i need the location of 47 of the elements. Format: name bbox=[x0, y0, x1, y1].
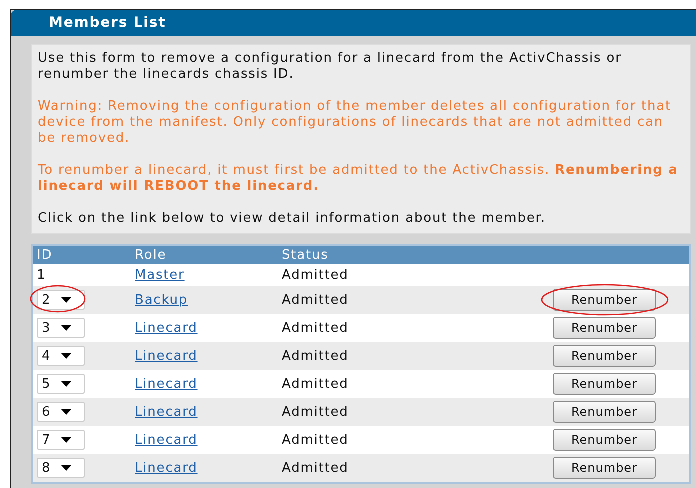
renumber-button[interactable]: Renumber bbox=[553, 401, 656, 423]
role-link[interactable]: Linecard bbox=[135, 460, 198, 476]
intro-text: Use this form to remove a configuration for a linecard from the ActivChassis or renumber the linecards chassis ID. bbox=[38, 51, 623, 83]
callout-ellipse bbox=[30, 285, 86, 313]
status-text: Admitted bbox=[282, 460, 349, 476]
renumber-button[interactable]: Renumber bbox=[553, 289, 656, 311]
role-link[interactable]: Linecard bbox=[135, 376, 198, 392]
role-link[interactable]: Linecard bbox=[135, 404, 198, 420]
role-link[interactable]: Master bbox=[135, 268, 185, 282]
dropdown-arrow-icon bbox=[61, 409, 72, 415]
renumber-button[interactable]: Renumber bbox=[553, 345, 656, 367]
renumber-button[interactable]: Renumber bbox=[553, 373, 656, 395]
warning-text: Warning: Removing the configuration of the member deletes all configuration for that device from the manifest. Only configurations of linecards that are not admitted can be removed. bbox=[38, 99, 673, 147]
status-text: Admitted bbox=[282, 292, 349, 308]
dropdown-arrow-icon bbox=[61, 381, 72, 387]
id-select[interactable]: 2 bbox=[37, 290, 85, 310]
warning-text: To renumber a linecard, it must first be admitted to the ActivChassis. Renumbering a linecard will REBOOT the linecard. bbox=[38, 163, 680, 195]
renumber-button[interactable]: Renumber bbox=[553, 429, 656, 451]
hint-text: Click on the link below to view detail information about the member. bbox=[38, 211, 547, 227]
id-select[interactable]: 7 bbox=[37, 430, 85, 450]
column-header: ID bbox=[33, 246, 131, 264]
dropdown-arrow-icon bbox=[61, 325, 72, 331]
status-text: Admitted bbox=[282, 268, 349, 282]
role-link[interactable]: Linecard bbox=[135, 432, 198, 448]
renumber-button[interactable]: Renumber bbox=[553, 317, 656, 339]
renumber-button[interactable]: Renumber bbox=[553, 457, 656, 479]
id-select[interactable]: 5 bbox=[37, 374, 85, 394]
role-link[interactable]: Linecard bbox=[135, 348, 198, 364]
dropdown-arrow-icon bbox=[61, 353, 72, 359]
dropdown-arrow-icon bbox=[61, 297, 72, 303]
dropdown-arrow-icon bbox=[61, 437, 72, 443]
role-link[interactable]: Backup bbox=[135, 292, 188, 308]
id-select[interactable]: 3 bbox=[37, 318, 85, 338]
status-text: Admitted bbox=[282, 404, 349, 420]
status-text: Admitted bbox=[282, 432, 349, 448]
dropdown-arrow-icon bbox=[61, 465, 72, 471]
status-text: Admitted bbox=[282, 376, 349, 392]
id-text: 1 bbox=[37, 268, 46, 282]
column-header: Status bbox=[278, 246, 549, 264]
role-link[interactable]: Linecard bbox=[135, 320, 198, 336]
id-select[interactable]: 4 bbox=[37, 346, 85, 366]
column-header: Role bbox=[131, 246, 278, 264]
status-text: Admitted bbox=[282, 348, 349, 364]
id-select[interactable]: 6 bbox=[37, 402, 85, 422]
panel-title: Members List bbox=[11, 10, 696, 36]
status-text: Admitted bbox=[282, 320, 349, 336]
id-select[interactable]: 8 bbox=[37, 458, 85, 478]
